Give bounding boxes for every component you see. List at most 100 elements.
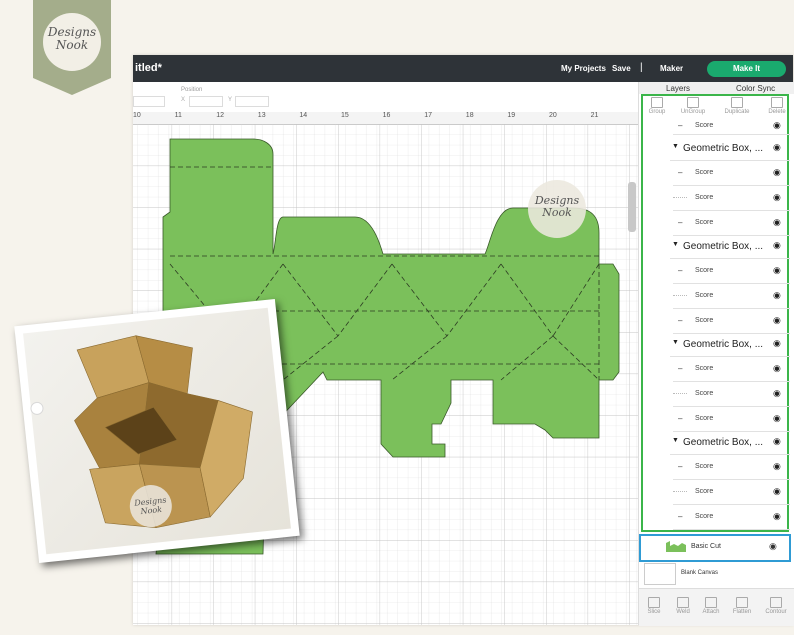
layer-row[interactable]: Score ◉ [673,186,790,211]
x-label: X [181,97,186,103]
attach-icon [705,597,717,608]
layer-group[interactable]: ▼ Geometric Box, ... ◉ [670,334,790,357]
slice-icon [648,597,660,608]
flatten-button[interactable]: Flatten [727,597,757,615]
layer-row[interactable]: – Score ◉ [673,120,790,135]
score-line-icon: – [678,316,683,325]
ruler-tick-label: 16 [382,112,391,119]
eye-icon[interactable]: ◉ [773,461,781,472]
panel-bottom-tools: Slice Weld Attach Flatten Contour [639,588,794,626]
size-input[interactable] [133,96,165,107]
layer-group-name: Geometric Box, ... [683,437,764,448]
dotted-line-icon [673,197,687,198]
box-thumbnail-icon [666,541,686,552]
layers-panel: Layers Color Sync Group UnGroup Duplicat… [638,82,794,626]
eye-icon[interactable]: ◉ [773,265,781,276]
watermark: Designs Nook [528,180,586,238]
canvas-scrollbar[interactable] [628,182,636,232]
contour-icon [770,597,782,608]
eye-icon[interactable]: ◉ [773,315,781,326]
save-button[interactable]: Save [612,64,631,73]
eye-icon[interactable]: ◉ [773,413,781,424]
weld-button[interactable]: Weld [668,597,698,615]
eye-icon[interactable]: ◉ [773,120,781,131]
layer-row[interactable]: – Score ◉ [673,211,790,236]
position-y-input[interactable] [235,96,269,107]
layers-list: – Score ◉ ▼ Geometric Box, ... ◉ – Score ◉… [641,94,790,532]
layer-label: Score [695,488,714,495]
layer-row[interactable]: – Score ◉ [673,407,790,432]
dotted-line-icon [673,491,687,492]
caret-down-icon[interactable]: ▼ [672,437,679,444]
score-line-icon: – [678,121,683,130]
score-line-icon: – [678,512,683,521]
basic-cut-layer[interactable]: Basic Cut ◉ [639,534,791,562]
layer-row[interactable]: – Score ◉ [673,455,790,480]
watermark-line2: Nook [542,206,572,219]
layer-group[interactable]: ▼ Geometric Box, ... ◉ [670,432,790,455]
layer-row[interactable]: – Score ◉ [673,357,790,382]
eye-icon[interactable]: ◉ [773,388,781,399]
contour-label: Contour [765,609,787,615]
score-line-icon: – [678,218,683,227]
eye-icon[interactable]: ◉ [773,338,781,349]
dotted-line-icon [673,393,687,394]
layer-label: Score [695,365,714,372]
ruler-tick-label: 12 [216,112,224,119]
caret-down-icon[interactable]: ▼ [672,339,679,346]
ruler-tick-label: 18 [465,112,474,119]
flatten-icon [736,597,748,608]
eye-icon[interactable]: ◉ [773,290,781,301]
eye-icon[interactable]: ◉ [773,486,781,497]
dotted-line-icon [673,295,687,296]
basic-cut-label: Basic Cut [691,543,721,550]
eye-icon[interactable]: ◉ [773,217,781,228]
layer-label: Score [695,169,714,176]
edit-toolbar: Position X Y [133,82,638,113]
blank-canvas-label: Blank Canvas [681,570,719,576]
score-line-icon: – [678,364,683,373]
project-title: itled* [135,62,162,74]
layer-row[interactable]: Score ◉ [673,382,790,407]
layer-row[interactable]: – Score ◉ [673,309,790,334]
eye-icon[interactable]: ◉ [773,167,781,178]
layer-row[interactable]: – Score ◉ [673,161,790,186]
slice-button[interactable]: Slice [639,597,669,615]
eye-icon[interactable]: ◉ [773,240,781,251]
blank-canvas-swatch[interactable] [644,563,676,585]
layer-label: Score [695,292,714,299]
layer-label: Score [695,415,714,422]
layer-row[interactable]: – Score ◉ [673,505,790,530]
make-it-button[interactable]: Make It [707,61,786,77]
layer-label: Score [695,513,714,520]
layer-group-name: Geometric Box, ... [683,241,764,252]
layer-group-name: Geometric Box, ... [683,339,764,350]
score-line-icon: – [678,168,683,177]
tab-color-sync[interactable]: Color Sync [736,84,775,93]
position-x-input[interactable] [189,96,223,107]
tab-layers[interactable]: Layers [666,84,690,93]
layer-group[interactable]: ▼ Geometric Box, ... ◉ [670,236,790,259]
eye-icon[interactable]: ◉ [773,436,781,447]
ruler-tick-label: 21 [590,112,599,119]
layer-row[interactable]: Score ◉ [673,284,790,309]
layer-label: Score [695,122,714,129]
eye-icon[interactable]: ◉ [769,541,777,552]
my-projects-link[interactable]: My Projects [561,64,606,73]
attach-button[interactable]: Attach [696,597,726,615]
contour-button[interactable]: Contour [760,597,792,615]
layer-row[interactable]: Score ◉ [673,480,790,505]
ruler-tick-label: 15 [341,112,349,119]
logo-line2: Nook [55,38,89,52]
eye-icon[interactable]: ◉ [773,142,781,153]
caret-down-icon[interactable]: ▼ [672,143,679,150]
layer-row[interactable]: – Score ◉ [673,259,790,284]
machine-selector[interactable]: Maker [660,64,683,73]
caret-down-icon[interactable]: ▼ [672,241,679,248]
layer-label: Score [695,194,714,201]
eye-icon[interactable]: ◉ [773,511,781,522]
eye-icon[interactable]: ◉ [773,363,781,374]
eye-icon[interactable]: ◉ [773,192,781,203]
layer-group[interactable]: ▼ Geometric Box, ... ◉ [670,138,790,161]
weld-icon [677,597,689,608]
